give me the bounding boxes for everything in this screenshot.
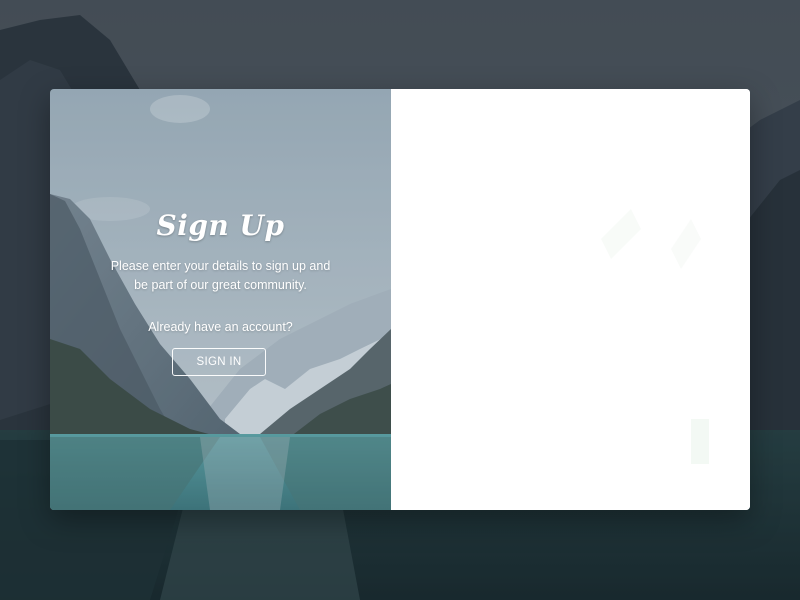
sign-in-button[interactable]: SIGN IN (172, 348, 266, 376)
form-panel-background (391, 89, 750, 510)
already-have-account-text: Already have an account? (148, 320, 293, 334)
signup-form-panel (391, 89, 750, 510)
signup-card: Sign Up Please enter your details to sig… (50, 89, 750, 510)
signup-title: Sign Up (156, 209, 285, 242)
signup-description: Please enter your details to sign up and… (110, 259, 331, 292)
signup-info-content: Sign Up Please enter your details to sig… (50, 89, 391, 510)
signup-info-panel: Sign Up Please enter your details to sig… (50, 89, 391, 510)
